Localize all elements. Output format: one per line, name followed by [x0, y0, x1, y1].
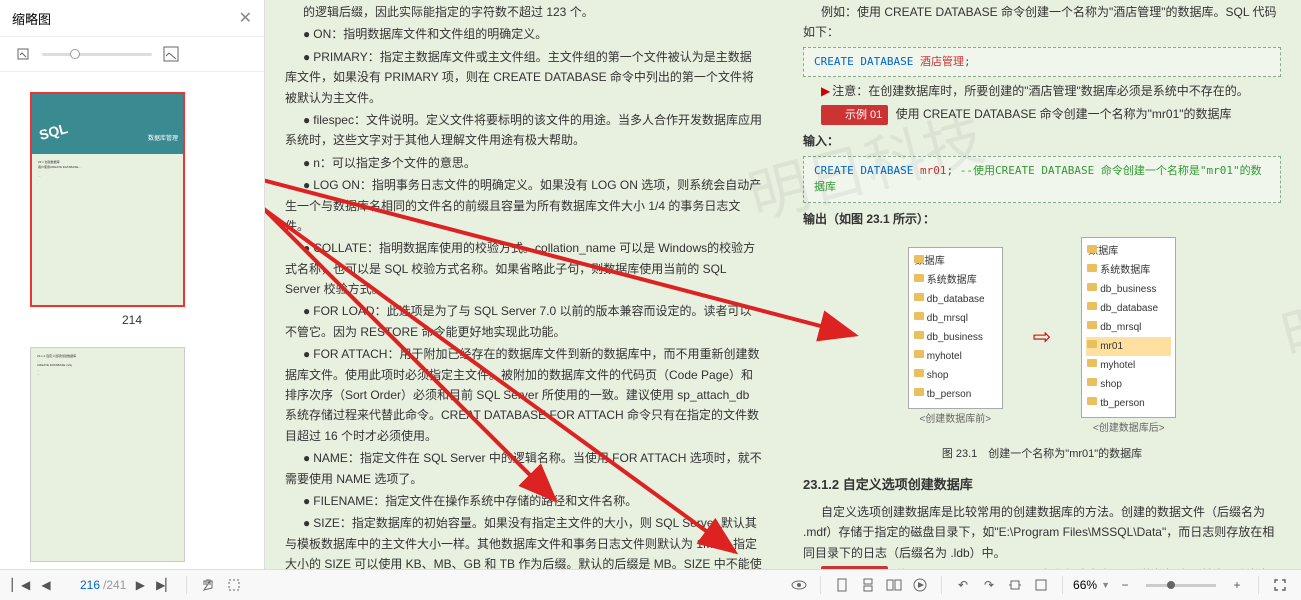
page-number-input[interactable] [60, 578, 100, 592]
db-tree-comparison: 数据库 系统数据库 db_database db_mrsql db_busine… [803, 237, 1281, 437]
example-badge: 示例 01 [821, 105, 888, 126]
select-tool-button[interactable] [223, 574, 245, 596]
code-block: CREATE DATABASE 酒店管理; [803, 47, 1281, 78]
page-right: 例如：使用 CREATE DATABASE 命令创建一个名称为"酒店管理"的数据… [783, 0, 1301, 569]
bottom-toolbar: ▏◀ ◀ /241 ▶ ▶▏ ↶ ↷ 66% ▼ − + [0, 569, 1301, 600]
document-viewport[interactable]: 明日科技 明日科技 的逻辑后缀，因此实际能指定的字符数不超过 123 个。 ON… [265, 0, 1301, 569]
thumbnail-item[interactable]: 23.1.2 自定义选项创建数据库...CREATE DATABASE mrkj… [30, 347, 234, 562]
thumb-size-slider[interactable] [42, 53, 152, 56]
zoom-dropdown-icon[interactable]: ▼ [1101, 580, 1110, 590]
code-block: CREATE DATABASE mr01; --使用CREATE DATABAS… [803, 156, 1281, 203]
zoom-out-button[interactable]: − [1114, 574, 1136, 596]
fit-page-button[interactable] [1030, 574, 1052, 596]
thumb-small-icon[interactable] [14, 45, 32, 63]
arrow-right-icon: ⇨ [1033, 318, 1051, 355]
next-page-button[interactable]: ▶ [129, 574, 151, 596]
page-left: 的逻辑后缀，因此实际能指定的字符数不超过 123 个。 ON：指明数据库文件和文… [265, 0, 783, 569]
last-page-button[interactable]: ▶▏ [154, 574, 176, 596]
facing-page-button[interactable] [883, 574, 905, 596]
thumb-large-icon[interactable] [162, 45, 180, 63]
play-button[interactable] [909, 574, 931, 596]
page-total: /241 [103, 578, 126, 592]
continuous-page-button[interactable] [857, 574, 879, 596]
close-icon[interactable]: ✕ [239, 8, 252, 28]
hand-tool-button[interactable] [197, 574, 219, 596]
zoom-in-button[interactable]: + [1226, 574, 1248, 596]
first-page-button[interactable]: ▏◀ [10, 574, 32, 596]
thumbnail-item[interactable]: SQL数据库管理 23.1 创建数据库用户使用CREATE DATABASE..… [30, 92, 234, 327]
zoom-level: 66% [1073, 578, 1097, 592]
section-heading: 23.1.2 自定义选项创建数据库 [803, 474, 1281, 496]
prev-page-button[interactable]: ◀ [35, 574, 57, 596]
fit-width-button[interactable] [1004, 574, 1026, 596]
single-page-button[interactable] [831, 574, 853, 596]
fullscreen-button[interactable] [1269, 574, 1291, 596]
example-badge: 示例 02 [821, 566, 888, 569]
rotate-right-button[interactable]: ↷ [978, 574, 1000, 596]
thumbnail-label: 214 [30, 313, 234, 327]
rotate-left-button[interactable]: ↶ [952, 574, 974, 596]
thumbnail-list[interactable]: SQL数据库管理 23.1 创建数据库用户使用CREATE DATABASE..… [0, 72, 264, 569]
figure-caption: 图 23.1 创建一个名称为"mr01"的数据库 [803, 445, 1281, 464]
view-mode-button[interactable] [788, 574, 810, 596]
zoom-slider[interactable] [1146, 584, 1216, 587]
thumbnail-sidebar: 缩略图 ✕ SQL数据库管理 23.1 创建数据库用户使用CREATE DATA… [0, 0, 265, 569]
sidebar-title: 缩略图 [12, 9, 51, 28]
